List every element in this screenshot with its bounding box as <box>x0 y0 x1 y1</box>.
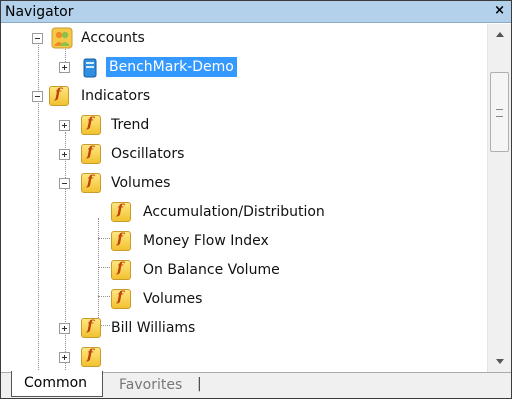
tree-node-trend[interactable]: f Trend <box>1 111 487 140</box>
tab-favorites[interactable]: Favorites <box>119 377 182 393</box>
indicator-icon: f <box>81 173 101 193</box>
tree-node-volume-item[interactable]: f Money Flow Index <box>1 227 487 256</box>
volume-item-label: Accumulation/Distribution <box>143 204 325 220</box>
tab-common[interactable]: Common <box>11 371 103 397</box>
tree-node-partial[interactable]: f <box>1 343 487 372</box>
tab-strip: Common Favorites | <box>1 371 511 398</box>
navigator-tree: Accounts BenchMark-Demo f Indicators f T… <box>1 24 487 372</box>
volume-item-label: On Balance Volume <box>143 262 280 278</box>
expand-toggle[interactable] <box>59 149 70 160</box>
scroll-down-arrow-icon[interactable] <box>488 350 512 372</box>
tree-node-bill-williams[interactable]: f Bill Williams <box>1 314 487 343</box>
accounts-label: Accounts <box>81 30 145 46</box>
bill-williams-label: Bill Williams <box>111 320 196 336</box>
indicator-icon: f <box>111 260 131 280</box>
close-button[interactable]: × <box>494 3 505 18</box>
tree-node-accounts[interactable]: Accounts <box>1 24 487 53</box>
indicator-icon: f <box>111 289 131 309</box>
indicator-icon: f <box>81 318 101 338</box>
indicator-icon: f <box>81 347 101 367</box>
indicator-icon: f <box>111 231 131 251</box>
scroll-up-arrow-icon[interactable] <box>488 24 512 46</box>
volume-item-label: Money Flow Index <box>143 233 269 249</box>
indicator-icon: f <box>111 202 131 222</box>
indicator-icon: f <box>81 144 101 164</box>
server-icon <box>81 58 99 78</box>
volumes-label: Volumes <box>111 175 171 191</box>
title-bar: Navigator × <box>1 1 511 23</box>
scrollbar-thumb[interactable] <box>490 72 509 152</box>
indicators-label: Indicators <box>81 88 151 104</box>
tree-node-volume-item[interactable]: f On Balance Volume <box>1 256 487 285</box>
expand-toggle[interactable] <box>59 323 70 334</box>
tree-node-indicators[interactable]: f Indicators <box>1 82 487 111</box>
window-title: Navigator <box>5 4 74 20</box>
tree-node-volume-item[interactable]: f Accumulation/Distribution <box>1 198 487 227</box>
tab-separator: | <box>197 376 202 392</box>
indicator-icon: f <box>49 86 69 106</box>
tree-node-volumes[interactable]: f Volumes <box>1 169 487 198</box>
trend-label: Trend <box>111 117 150 133</box>
collapse-toggle[interactable] <box>59 178 70 189</box>
expand-toggle[interactable] <box>59 62 70 73</box>
collapse-toggle[interactable] <box>32 33 43 44</box>
tree-node-oscillators[interactable]: f Oscillators <box>1 140 487 169</box>
tree-node-account-benchmark-demo[interactable]: BenchMark-Demo <box>1 53 487 82</box>
volume-item-label: Volumes <box>143 291 203 307</box>
indicator-icon: f <box>81 115 101 135</box>
vertical-scrollbar[interactable] <box>487 24 511 372</box>
oscillators-label: Oscillators <box>111 146 185 162</box>
accounts-icon <box>51 27 73 49</box>
expand-toggle[interactable] <box>59 352 70 363</box>
benchmark-demo-label: BenchMark-Demo <box>106 57 237 77</box>
navigator-window: Navigator × Accounts BenchMark-Demo f In… <box>0 0 512 399</box>
expand-toggle[interactable] <box>59 120 70 131</box>
tree-node-volume-item[interactable]: f Volumes <box>1 285 487 314</box>
collapse-toggle[interactable] <box>32 91 43 102</box>
